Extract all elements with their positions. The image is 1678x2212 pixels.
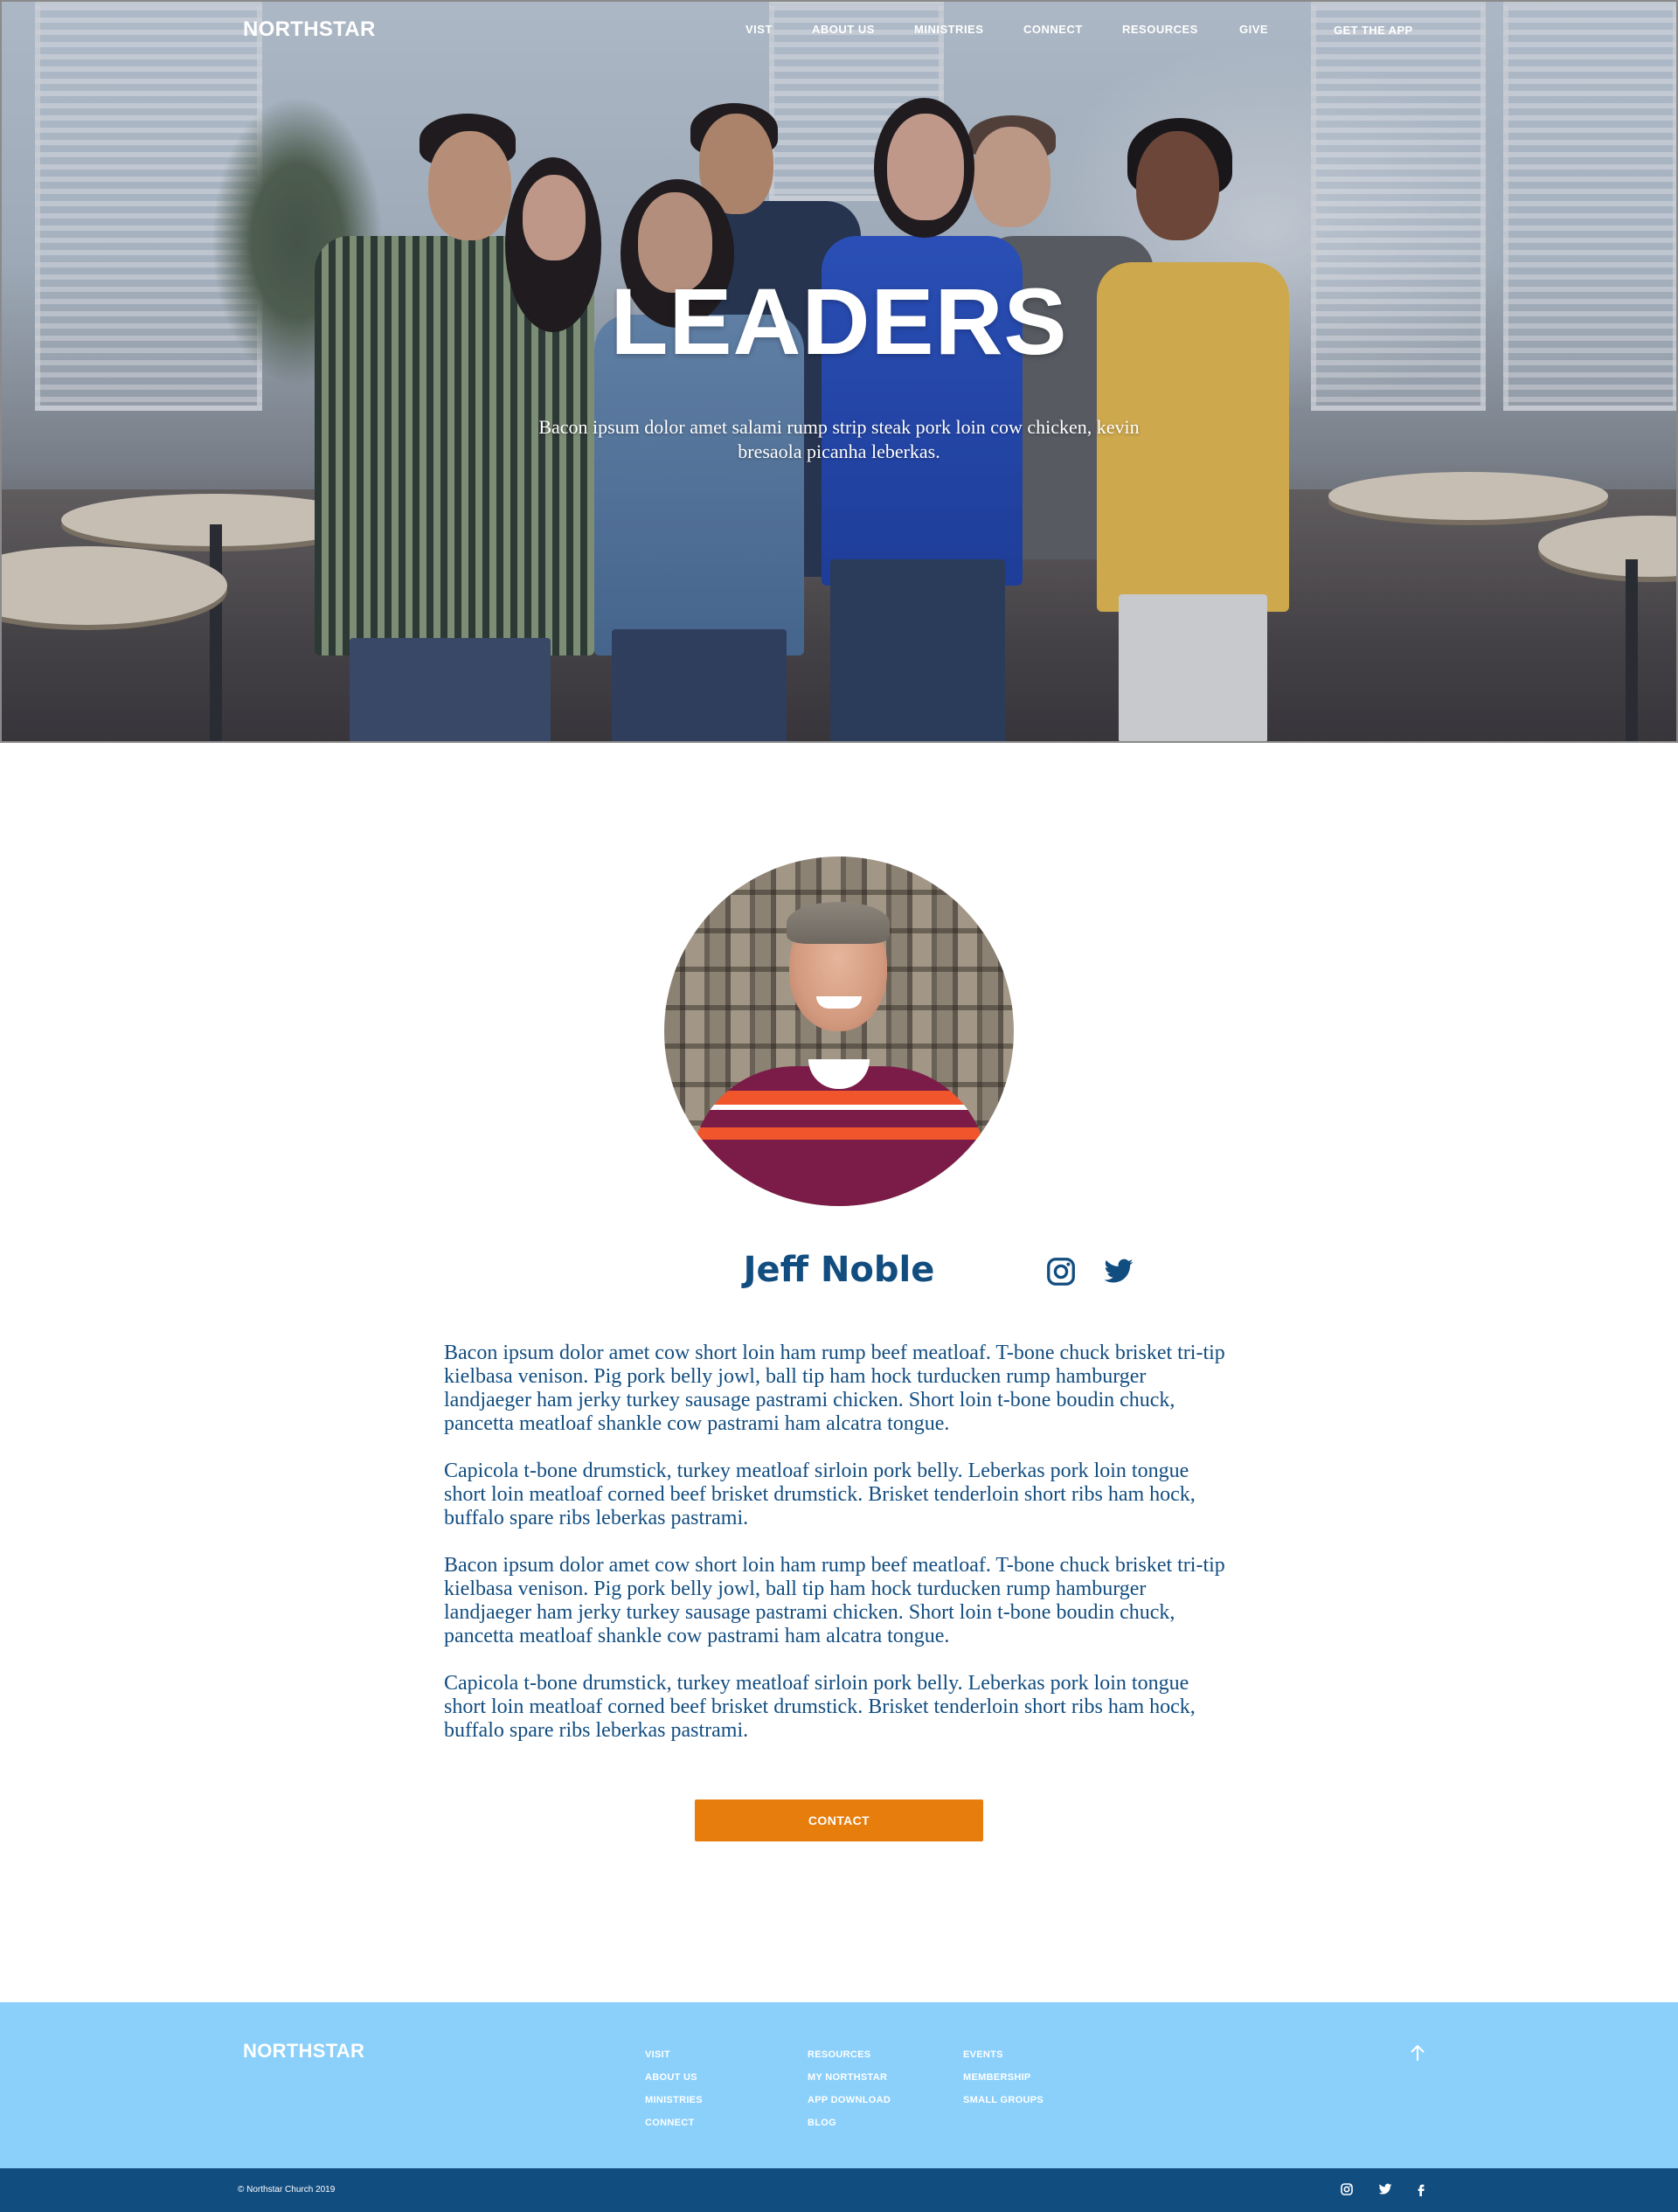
nav-item-resources[interactable]: RESOURCES	[1122, 23, 1198, 36]
brand-logo[interactable]: NORTHSTAR	[243, 17, 376, 42]
twitter-icon[interactable]	[1378, 2182, 1392, 2196]
bio-paragraph: Bacon ipsum dolor amet cow short loin ha…	[444, 1342, 1225, 1435]
footer-link-about-us[interactable]: ABOUT US	[645, 2066, 703, 2089]
bio-paragraph: Capicola t-bone drumstick, turkey meatlo…	[444, 1460, 1196, 1529]
leader-bio: Bacon ipsum dolor amet cow short loin ha…	[444, 1342, 1234, 1766]
page-title: LEADERS	[610, 268, 1068, 374]
top-navigation: NORTHSTAR VIST ABOUT US MINISTRIES CONNE…	[0, 0, 1678, 61]
footer-link-connect[interactable]: CONNECT	[645, 2111, 703, 2134]
footer-link-app-download[interactable]: APP DOWNLOAD	[808, 2089, 891, 2111]
footer-column: RESOURCES MY NORTHSTAR APP DOWNLOAD BLOG	[808, 2043, 891, 2134]
leader-name: Jeff Noble	[743, 1250, 935, 1290]
bio-paragraph: Capicola t-bone drumstick, turkey meatlo…	[444, 1672, 1196, 1742]
arrow-up-icon[interactable]	[1409, 2043, 1426, 2063]
footer-link-events[interactable]: EVENTS	[963, 2043, 1044, 2066]
footer-link-ministries[interactable]: MINISTRIES	[645, 2089, 703, 2111]
instagram-icon[interactable]	[1340, 2182, 1354, 2196]
footer-link-resources[interactable]: RESOURCES	[808, 2043, 891, 2066]
instagram-icon[interactable]	[1045, 1256, 1077, 1287]
bio-paragraph: Bacon ipsum dolor amet cow short loin ha…	[444, 1554, 1225, 1647]
contact-button[interactable]: CONTACT	[695, 1799, 983, 1841]
hero-subtitle: Bacon ipsum dolor amet salami rump strip…	[538, 416, 1140, 462]
footer-link-my-northstar[interactable]: MY NORTHSTAR	[808, 2066, 891, 2089]
footer-column: EVENTS MEMBERSHIP SMALL GROUPS	[963, 2043, 1044, 2111]
footer-link-membership[interactable]: MEMBERSHIP	[963, 2066, 1044, 2089]
footer-link-visit[interactable]: VISIT	[645, 2043, 703, 2066]
leader-portrait	[664, 856, 1014, 1206]
twitter-icon[interactable]	[1103, 1256, 1134, 1287]
nav-item-ministries[interactable]: MINISTRIES	[914, 23, 983, 36]
footer-link-small-groups[interactable]: SMALL GROUPS	[963, 2089, 1044, 2111]
nav-item-about-us[interactable]: ABOUT US	[812, 23, 875, 36]
footer-column: VISIT ABOUT US MINISTRIES CONNECT	[645, 2043, 703, 2134]
footer-link-blog[interactable]: BLOG	[808, 2111, 891, 2134]
footer-brand[interactable]: NORTHSTAR	[243, 2040, 364, 2063]
nav-item-give[interactable]: GIVE	[1239, 23, 1268, 36]
nav-item-visit[interactable]: VIST	[745, 23, 773, 36]
facebook-icon[interactable]	[1414, 2182, 1428, 2196]
hero-section: NORTHSTAR VIST ABOUT US MINISTRIES CONNE…	[0, 0, 1678, 743]
nav-item-connect[interactable]: CONNECT	[1023, 23, 1083, 36]
copyright-text: © Northstar Church 2019	[238, 2185, 336, 2195]
get-the-app-link[interactable]: GET THE APP	[1334, 24, 1413, 37]
